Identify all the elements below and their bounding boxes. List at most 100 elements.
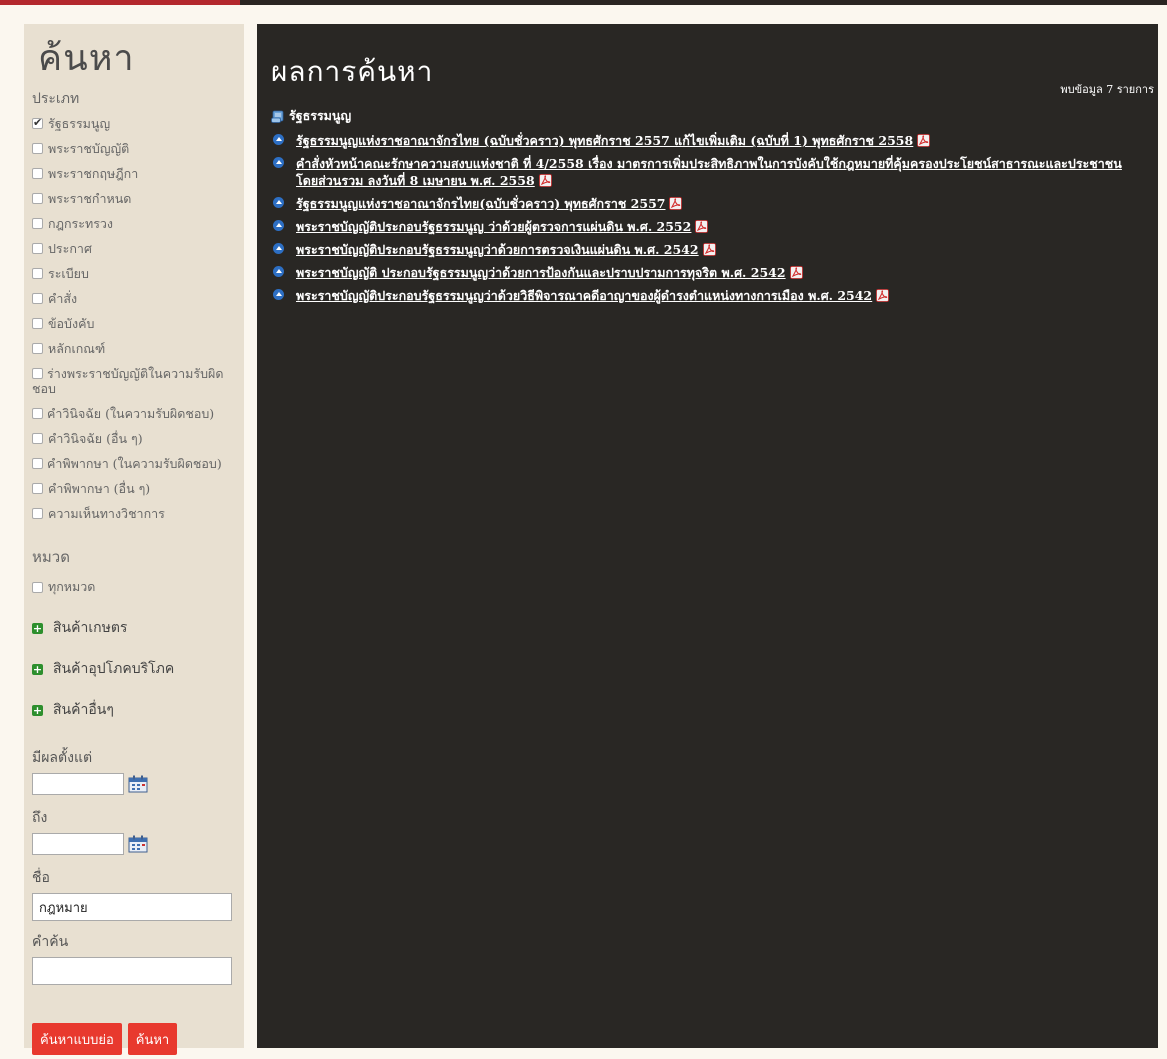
checkbox[interactable] (32, 368, 43, 379)
checkbox[interactable] (32, 483, 43, 494)
checkbox[interactable] (32, 193, 43, 204)
pdf-icon[interactable] (669, 197, 683, 210)
type-checkbox-label: ข้อบังคับ (48, 316, 95, 331)
checkbox[interactable] (32, 318, 43, 329)
result-list: รัฐธรรมนูญแห่งราชอาณาจักรไทย (ฉบับชั่วคร… (271, 132, 1158, 304)
expand-plus-icon[interactable]: + (32, 704, 43, 716)
sidebar-title: ค้นหา (38, 38, 135, 79)
category-all-label: ทุกหมวด (48, 579, 96, 594)
bullet-arrow-icon (273, 134, 284, 145)
type-checkbox-label: พระราชกำหนด (48, 191, 132, 206)
result-link[interactable]: พระราชบัญญัติประกอบรัฐธรรมนูญว่าด้วยการต… (296, 242, 699, 257)
checkbox[interactable] (32, 115, 43, 130)
type-checkbox-item[interactable]: คำวินิจฉัย (อื่น ๆ) (32, 431, 244, 446)
bullet-arrow-icon (273, 220, 284, 231)
checkbox[interactable] (32, 433, 43, 444)
pdf-icon[interactable] (789, 266, 803, 279)
date-to-row (32, 833, 244, 855)
type-checkbox-item[interactable]: กฎกระทรวง (32, 216, 244, 231)
checkbox[interactable] (32, 293, 43, 304)
category-item-other[interactable]: + สินค้าอื่นๆ (32, 699, 244, 721)
expand-plus-icon[interactable]: + (32, 663, 43, 675)
type-checkbox-label: คำวินิจฉัย (อื่น ๆ) (48, 431, 143, 446)
type-checkbox-item[interactable]: คำสั่ง (32, 291, 244, 306)
name-input[interactable] (32, 893, 232, 921)
bullet-arrow-icon (273, 197, 284, 208)
type-checkbox-item[interactable]: คำพิพากษา (อื่น ๆ) (32, 481, 244, 496)
type-checkbox-item[interactable]: พระราชบัญญัติ (32, 141, 244, 156)
type-checkbox-item[interactable]: ข้อบังคับ (32, 316, 244, 331)
result-link[interactable]: พระราชบัญญัติประกอบรัฐธรรมนูญ ว่าด้วยผู้… (296, 219, 691, 234)
category-all-checkbox[interactable]: ทุกหมวด (32, 577, 244, 597)
type-checkbox-label: ร่างพระราชบัญญัติในความรับผิดชอบ (32, 366, 224, 396)
type-checkbox-item[interactable]: คำวินิจฉัย (ในความรับผิดชอบ) (32, 406, 244, 421)
pdf-icon[interactable] (876, 289, 890, 302)
type-checkbox-item[interactable]: ระเบียบ (32, 266, 244, 281)
type-checkbox-label: คำวินิจฉัย (ในความรับผิดชอบ) (47, 406, 215, 421)
type-checkbox-item[interactable]: รัฐธรรมนูญ (32, 115, 244, 131)
search-button[interactable]: ค้นหา (127, 1023, 178, 1055)
result-link[interactable]: พระราชบัญญัติ ประกอบรัฐธรรมนูญว่าด้วยการ… (296, 265, 786, 280)
result-link-wrap: รัฐธรรมนูญแห่งราชอาณาจักรไทย(ฉบับชั่วครา… (296, 195, 683, 212)
checkbox[interactable] (32, 168, 43, 179)
result-link[interactable]: รัฐธรรมนูญแห่งราชอาณาจักรไทย(ฉบับชั่วครา… (296, 196, 665, 211)
pdf-icon[interactable] (702, 243, 716, 256)
checkbox[interactable] (32, 343, 43, 354)
bullet-arrow-icon (273, 289, 284, 300)
type-checkbox-item[interactable]: ประกาศ (32, 241, 244, 256)
result-link-wrap: พระราชบัญญัติประกอบรัฐธรรมนูญ ว่าด้วยผู้… (296, 218, 709, 235)
category-label-text: สินค้าอื่นๆ (53, 702, 114, 718)
result-item: พระราชบัญญัติประกอบรัฐธรรมนูญ ว่าด้วยผู้… (271, 218, 1158, 235)
type-checkbox-label: ความเห็นทางวิชาการ (48, 506, 165, 521)
date-to-input[interactable] (32, 833, 124, 855)
checkbox[interactable] (32, 268, 43, 279)
checkbox[interactable] (32, 143, 43, 154)
top-bar-accent (0, 0, 240, 5)
expand-plus-icon[interactable]: + (32, 622, 43, 634)
result-item: พระราชบัญญัติประกอบรัฐธรรมนูญว่าด้วยวิธี… (271, 287, 1158, 304)
pdf-icon[interactable] (538, 174, 552, 187)
type-checkbox-item[interactable]: ความเห็นทางวิชาการ (32, 506, 244, 521)
category-label: หมวด (32, 548, 70, 566)
calendar-icon[interactable] (128, 835, 148, 853)
type-checkbox-label: พระราชบัญญัติ (48, 141, 130, 156)
bullet-arrow-icon (273, 243, 284, 254)
checkbox[interactable] (32, 218, 43, 229)
pdf-icon[interactable] (695, 220, 709, 233)
type-checkbox-label: ระเบียบ (48, 266, 89, 281)
result-count: พบข้อมูล 7 รายการ (1060, 83, 1154, 96)
type-checkbox-label: กฎกระทรวง (48, 216, 114, 231)
result-item: พระราชบัญญัติประกอบรัฐธรรมนูญว่าด้วยการต… (271, 241, 1158, 258)
type-checkbox-label: พระราชกฤษฎีกา (48, 166, 139, 181)
type-label: ประเภท (32, 91, 80, 107)
calendar-icon[interactable] (128, 775, 148, 793)
keyword-label: คำค้น (32, 934, 69, 950)
simple-search-button[interactable]: ค้นหาแบบย่อ (32, 1023, 122, 1055)
result-link[interactable]: คำสั่งหัวหน้าคณะรักษาความสงบแห่งชาติ ที่… (296, 156, 1122, 188)
date-from-row (32, 773, 244, 795)
type-checkbox-label: รัฐธรรมนูญ (48, 116, 111, 131)
checkbox[interactable] (32, 408, 43, 419)
date-from-label: มีผลตั้งแต่ (32, 750, 93, 766)
type-checkbox-item[interactable]: ร่างพระราชบัญญัติในความรับผิดชอบ (32, 366, 244, 396)
category-item-consumer[interactable]: + สินค้าอุปโภคบริโภค (32, 658, 244, 680)
result-link[interactable]: พระราชบัญญัติประกอบรัฐธรรมนูญว่าด้วยวิธี… (296, 288, 872, 303)
result-item: คำสั่งหัวหน้าคณะรักษาความสงบแห่งชาติ ที่… (271, 155, 1158, 189)
category-item-agriculture[interactable]: + สินค้าเกษตร (32, 617, 244, 639)
date-to-label: ถึง (32, 810, 48, 826)
top-bar (0, 0, 1167, 5)
type-checkbox-item[interactable]: พระราชกฤษฎีกา (32, 166, 244, 181)
checkbox[interactable] (32, 243, 43, 254)
date-from-input[interactable] (32, 773, 124, 795)
type-checkbox-item[interactable]: หลักเกณฑ์ (32, 341, 244, 356)
keyword-input[interactable] (32, 957, 232, 985)
checkbox[interactable] (32, 581, 43, 593)
pdf-icon[interactable] (917, 134, 931, 147)
type-checkbox-item[interactable]: คำพิพากษา (ในความรับผิดชอบ) (32, 456, 244, 471)
result-link[interactable]: รัฐธรรมนูญแห่งราชอาณาจักรไทย (ฉบับชั่วคร… (296, 133, 913, 148)
category-label-text: สินค้าเกษตร (53, 620, 128, 636)
checkbox[interactable] (32, 458, 43, 469)
category-label-text: สินค้าอุปโภคบริโภค (53, 661, 175, 677)
checkbox[interactable] (32, 508, 43, 519)
type-checkbox-item[interactable]: พระราชกำหนด (32, 191, 244, 206)
